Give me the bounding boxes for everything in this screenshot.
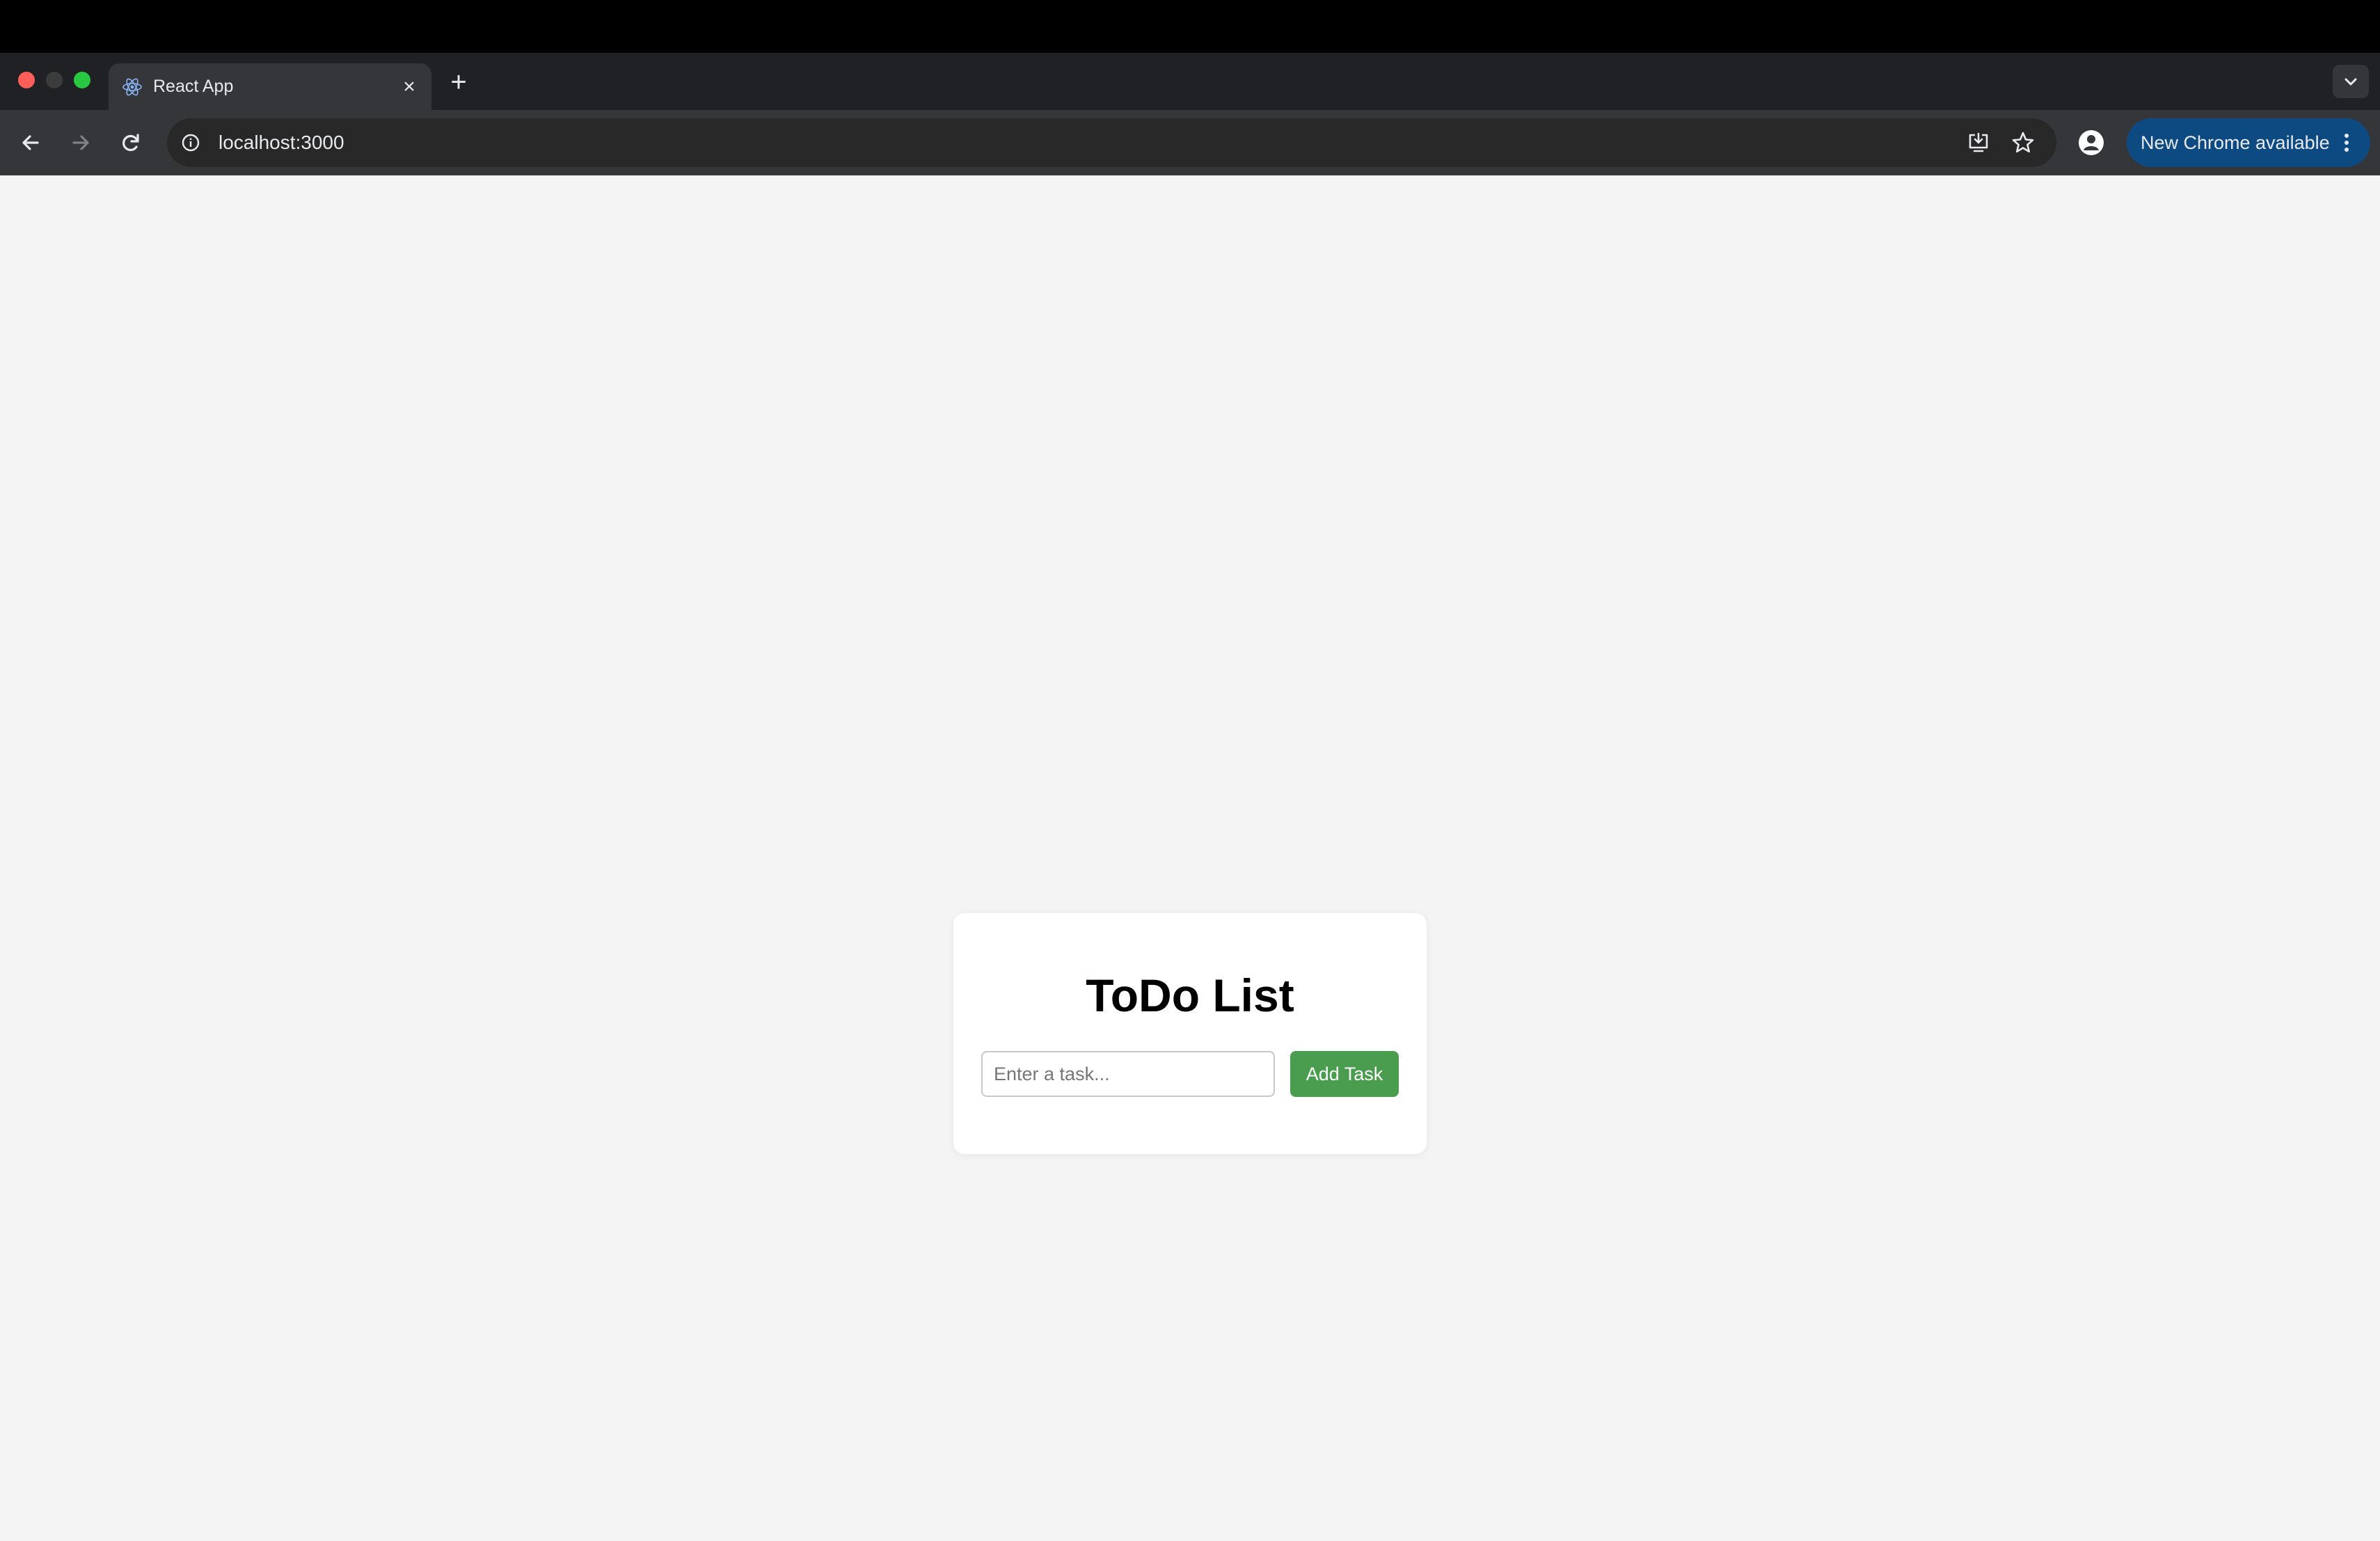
window-maximize-button[interactable] <box>74 72 90 88</box>
chevron-down-icon <box>2345 78 2357 86</box>
task-input[interactable] <box>981 1051 1275 1097</box>
arrow-left-icon <box>22 135 39 150</box>
todo-card: ToDo List Add Task <box>953 913 1427 1154</box>
profile-avatar-icon[interactable] <box>2077 128 2106 157</box>
reload-icon <box>122 134 139 152</box>
address-bar-url[interactable]: localhost:3000 <box>219 118 344 167</box>
window-close-button[interactable] <box>18 72 35 88</box>
page-viewport: ToDo List Add Task <box>0 175 2380 1541</box>
back-button[interactable] <box>13 125 48 160</box>
install-app-icon[interactable] <box>1965 129 1992 156</box>
update-button-label: New Chrome available <box>2141 132 2330 153</box>
browser-tab-active[interactable]: React App × <box>109 63 431 110</box>
react-logo-icon <box>122 78 142 96</box>
new-chrome-available-button[interactable]: New Chrome available <box>2127 118 2370 167</box>
tab-title: React App <box>153 77 234 96</box>
forward-button[interactable] <box>63 125 98 160</box>
more-vert-icon[interactable] <box>2333 129 2361 157</box>
new-tab-button[interactable]: + <box>443 66 475 98</box>
add-task-button[interactable]: Add Task <box>1290 1051 1399 1097</box>
page-title: ToDo List <box>1086 970 1294 1021</box>
close-icon[interactable]: × <box>395 73 423 101</box>
arrow-right-icon <box>72 135 89 150</box>
window-minimize-button[interactable] <box>46 72 63 88</box>
tab-search-button[interactable] <box>2333 65 2369 98</box>
os-menu-strip <box>0 0 2380 53</box>
address-bar[interactable]: localhost:3000 <box>167 118 2056 167</box>
bookmark-star-icon[interactable] <box>2010 129 2036 156</box>
site-info-icon[interactable] <box>180 132 202 154</box>
reload-button[interactable] <box>113 125 148 160</box>
